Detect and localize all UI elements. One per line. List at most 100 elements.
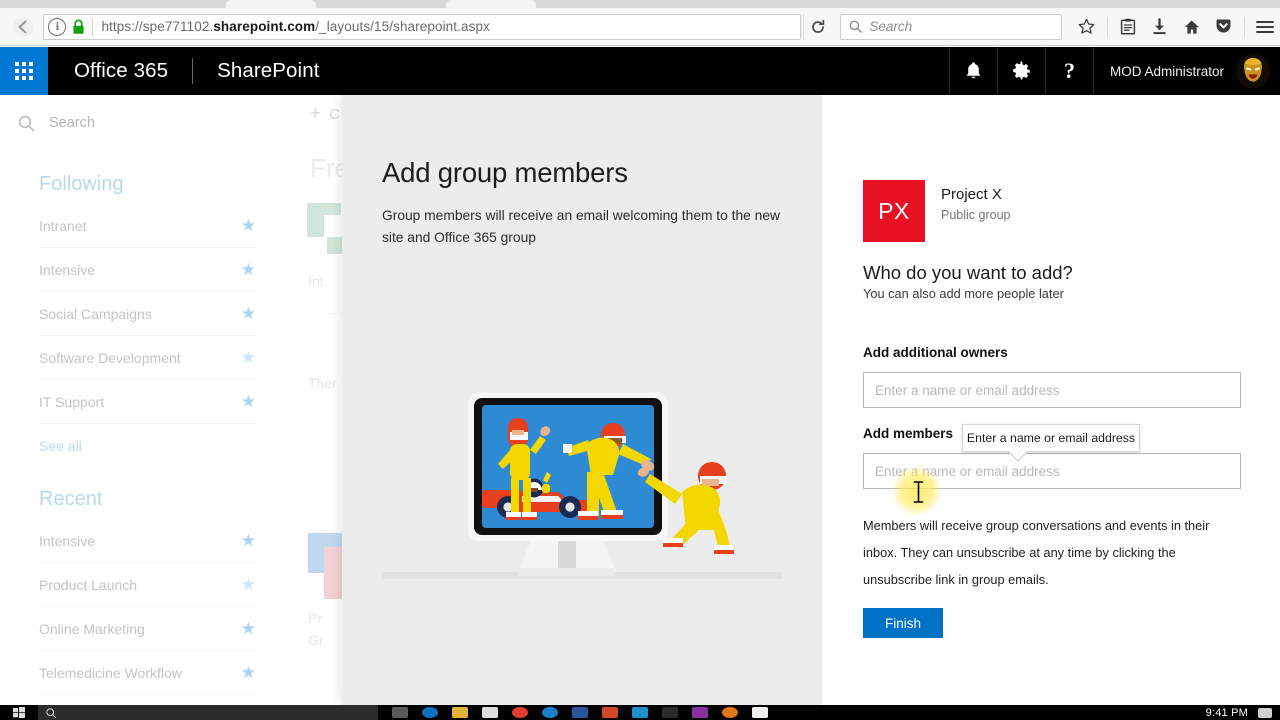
sidebar-item-label: Intensive xyxy=(39,532,96,549)
info-icon[interactable]: i xyxy=(48,17,67,36)
gear-icon[interactable] xyxy=(996,47,1045,95)
office365-brand[interactable]: Office 365 xyxy=(74,59,168,83)
add-group-members-panel: Add group members Group members will rec… xyxy=(342,95,1280,705)
sidebar-item-intranet[interactable]: Intranet ★ xyxy=(39,204,256,248)
sidebar-item-it-support[interactable]: IT Support ★ xyxy=(39,380,256,424)
panel-form-section: PX Project X Public group Who do you wan… xyxy=(822,95,1280,705)
powerpoint-icon[interactable] xyxy=(602,707,618,718)
windows-taskbar: 9:41 PM xyxy=(0,705,1280,720)
reload-icon[interactable] xyxy=(802,13,833,40)
search-icon xyxy=(18,115,35,131)
star-icon[interactable]: ★ xyxy=(241,576,256,593)
plus-icon: + xyxy=(310,103,322,124)
app-launcher-icon[interactable] xyxy=(0,47,48,95)
office365-suite-bar: Office 365 SharePoint ? MOD Administrato xyxy=(0,47,1280,95)
star-icon[interactable]: ★ xyxy=(241,217,256,234)
create-site-link: + C xyxy=(310,103,340,125)
sidebar-item-intensive[interactable]: Intensive ★ xyxy=(39,248,256,292)
site-title: Int xyxy=(308,273,324,289)
add-owners-input[interactable]: Enter a name or email address xyxy=(863,372,1241,408)
page-body: Search Following Intranet ★ Intensive ★ … xyxy=(0,95,1280,705)
firefox-icon[interactable] xyxy=(722,707,738,718)
sidebar-item-software-development[interactable]: Software Development ★ xyxy=(39,336,256,380)
page-title: Add group members xyxy=(382,157,628,188)
cmd-icon[interactable] xyxy=(662,707,678,718)
question-mark-icon[interactable]: ? xyxy=(1044,47,1093,95)
star-icon[interactable]: ★ xyxy=(241,305,256,322)
finish-button[interactable]: Finish xyxy=(863,608,943,638)
form-question: Who do you want to add? xyxy=(863,262,1073,283)
sidebar-item-label: Telemedicine Workflow xyxy=(39,664,182,681)
group-privacy: Public group xyxy=(941,208,1011,222)
chrome-icon[interactable] xyxy=(512,707,528,718)
group-name: Project X xyxy=(941,186,1002,203)
group-logo: PX xyxy=(863,180,925,242)
download-icon[interactable] xyxy=(1145,12,1175,42)
members-note: Members will receive group conversations… xyxy=(863,518,1210,587)
add-members-label: Add members xyxy=(863,426,954,441)
star-icon[interactable]: ★ xyxy=(241,349,256,366)
word-icon[interactable] xyxy=(572,707,588,718)
search-icon xyxy=(850,20,863,33)
text-cursor xyxy=(913,481,924,508)
user-menu[interactable]: MOD Administrator xyxy=(1092,47,1280,95)
taskbar-pinned-apps xyxy=(378,707,768,718)
back-arrow-icon[interactable] xyxy=(6,10,39,44)
store-icon[interactable] xyxy=(482,707,498,718)
pocket-icon[interactable] xyxy=(1209,12,1239,42)
browser-toolbar: i https://spe771102.sharepoint.com/_layo… xyxy=(0,8,1280,46)
address-bar[interactable]: i https://spe771102.sharepoint.com/_layo… xyxy=(43,13,801,40)
file-explorer-icon[interactable] xyxy=(452,707,468,718)
sidebar-item-label: Product Launch xyxy=(39,576,138,593)
outlook-icon[interactable] xyxy=(632,707,648,718)
site-subtitle: Gr xyxy=(308,632,324,648)
browser-tab[interactable] xyxy=(446,0,536,8)
browser-search-input[interactable]: Search xyxy=(840,13,1062,40)
star-icon[interactable]: ★ xyxy=(241,620,256,637)
group-header: PX Project X Public group xyxy=(863,180,1011,242)
toolbar-divider xyxy=(1106,16,1108,37)
star-icon[interactable]: ★ xyxy=(241,261,256,278)
recent-item-telemedicine-workflow[interactable]: Telemedicine Workflow ★ xyxy=(39,651,256,695)
app-name-sharepoint[interactable]: SharePoint xyxy=(217,59,319,83)
recent-item-online-marketing[interactable]: Online Marketing ★ xyxy=(39,607,256,651)
browser-tab[interactable] xyxy=(226,0,316,8)
racing-team-monitor-illustration xyxy=(382,380,782,585)
internet-explorer-icon[interactable] xyxy=(542,707,558,718)
library-icon[interactable] xyxy=(1113,12,1143,42)
sharepoint-search-placeholder: Search xyxy=(49,115,95,131)
url-domain: sharepoint.com xyxy=(213,19,316,34)
edge-icon[interactable] xyxy=(422,707,438,718)
sidebar-item-social-campaigns[interactable]: Social Campaigns ★ xyxy=(39,292,256,336)
browser-search-placeholder: Search xyxy=(869,19,913,34)
star-icon[interactable]: ★ xyxy=(241,532,256,549)
page-subtitle: Group members will receive an email welc… xyxy=(382,208,780,245)
sharepoint-search-input[interactable]: Search xyxy=(0,95,280,139)
star-icon[interactable]: ★ xyxy=(241,393,256,410)
onedrive-icon[interactable] xyxy=(752,707,768,718)
windows-start-icon[interactable] xyxy=(0,707,38,718)
browser-tab-strip[interactable] xyxy=(0,0,1280,8)
suite-bar-divider xyxy=(192,58,194,84)
suite-bar-actions: ? MOD Administrator xyxy=(948,47,1280,95)
star-icon[interactable]: ★ xyxy=(241,664,256,681)
input-tooltip: Enter a name or email address xyxy=(962,424,1140,462)
task-view-icon[interactable] xyxy=(392,707,408,718)
see-all-link[interactable]: See all xyxy=(39,424,280,454)
recent-item-intensive[interactable]: Intensive ★ xyxy=(39,519,256,563)
recent-item-product-launch[interactable]: Product Launch ★ xyxy=(39,563,256,607)
site-title: Ther xyxy=(308,375,337,391)
taskbar-search-input[interactable] xyxy=(38,705,378,720)
search-icon xyxy=(46,707,56,718)
bell-icon[interactable] xyxy=(948,47,997,95)
sidebar-item-label: Intensive xyxy=(39,261,96,278)
url-suffix: /_layouts/15/sharepoint.aspx xyxy=(315,19,490,34)
home-icon[interactable] xyxy=(1177,12,1207,42)
notifications-icon[interactable] xyxy=(1258,707,1272,718)
taskbar-clock[interactable]: 9:41 PM xyxy=(1206,707,1258,719)
browser-action-icons xyxy=(1072,12,1280,42)
star-icon[interactable] xyxy=(1072,12,1102,42)
onenote-icon[interactable] xyxy=(692,707,708,718)
user-avatar[interactable] xyxy=(1236,54,1270,88)
hamburger-menu-icon[interactable] xyxy=(1250,12,1280,42)
